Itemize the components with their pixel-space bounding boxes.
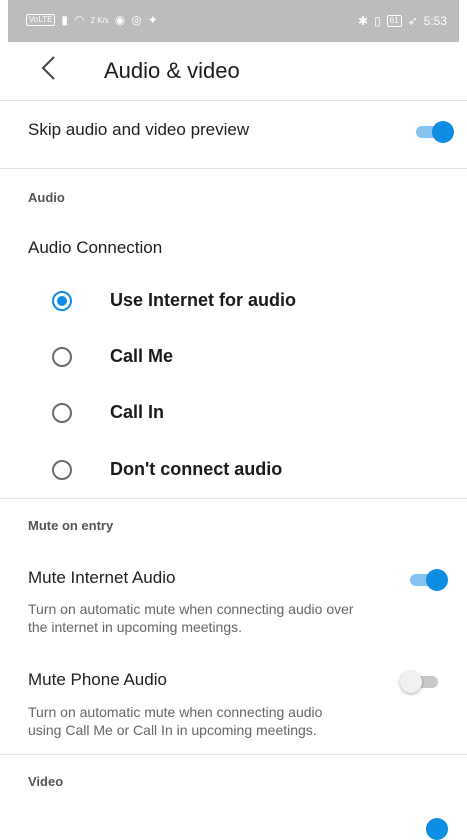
app-notification-icon: ◉ [114, 13, 126, 27]
audio-section-label: Audio [28, 190, 65, 205]
radio-call-in[interactable]: Call In [0, 393, 467, 437]
mute-section-label: Mute on entry [28, 518, 114, 533]
clock: 5:53 [423, 14, 447, 28]
net-speed: 2 K/s [90, 15, 109, 25]
vibrate-icon: ▯ [374, 14, 381, 28]
radio-use-internet[interactable]: Use Internet for audio [0, 281, 467, 325]
status-bar: VoLTE ▮ ◠ 2 K/s ◉ ◎ ✦ ✱ ▯ 61 ➶ 5:53 [8, 0, 459, 42]
page-title: Audio & video [104, 58, 240, 83]
radio-dont-connect[interactable]: Don't connect audio [0, 450, 467, 494]
charging-icon: ➶ [407, 14, 418, 28]
back-arrow-icon[interactable] [34, 52, 66, 84]
radio-label: Call In [110, 402, 165, 422]
radio-button[interactable] [52, 403, 72, 423]
volte-badge: VoLTE [26, 14, 56, 26]
divider [0, 100, 467, 101]
partial-toggle[interactable] [426, 818, 448, 840]
signal-icon: ▮ [61, 13, 69, 27]
divider [0, 754, 467, 755]
radio-label: Don't connect audio [110, 459, 283, 479]
app-header: Audio & video [0, 42, 467, 100]
mute-phone-toggle[interactable] [400, 670, 444, 693]
radio-call-me[interactable]: Call Me [0, 337, 467, 381]
mute-internet-label: Mute Internet Audio [28, 568, 176, 587]
mute-phone-description: Turn on automatic mute when connecting a… [28, 704, 323, 738]
mute-internet-toggle[interactable] [406, 568, 450, 591]
mute-internet-description: Turn on automatic mute when connecting a… [28, 601, 354, 635]
divider [0, 168, 467, 169]
video-section-label: Video [28, 774, 64, 789]
instagram-icon: ◎ [131, 13, 142, 27]
pin-icon: ✦ [147, 13, 158, 27]
audio-connection-label: Audio Connection [28, 238, 163, 257]
wifi-icon: ◠ [74, 13, 85, 27]
radio-button[interactable] [52, 460, 72, 480]
radio-label: Call Me [110, 346, 174, 366]
radio-button[interactable] [52, 347, 72, 367]
battery-icon: 61 [386, 15, 402, 27]
skip-preview-label: Skip audio and video preview [28, 120, 250, 139]
divider [0, 498, 467, 499]
radio-label: Use Internet for audio [110, 290, 297, 310]
skip-preview-toggle[interactable] [412, 120, 456, 143]
radio-button-checked[interactable] [52, 291, 72, 311]
mute-phone-label: Mute Phone Audio [28, 670, 167, 689]
bluetooth-icon: ✱ [358, 14, 369, 28]
